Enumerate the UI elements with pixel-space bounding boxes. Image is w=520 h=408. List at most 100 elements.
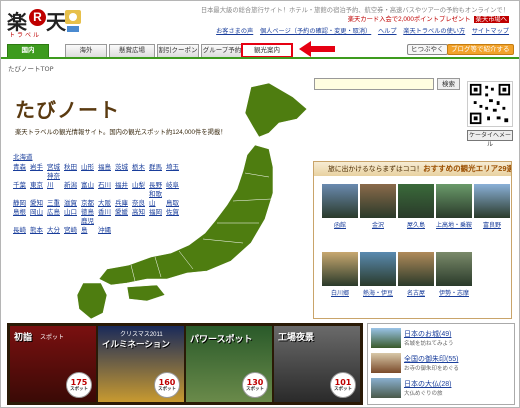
prefecture-link[interactable]: 東京: [30, 181, 47, 190]
tab-group[interactable]: グループ予約: [201, 44, 243, 57]
prefecture-link[interactable]: 福島: [98, 163, 115, 172]
prefecture-link[interactable]: 石川: [98, 181, 115, 190]
area-thumbnail[interactable]: [322, 252, 358, 286]
rakuten-ichiba-link[interactable]: 楽天市場へ: [473, 16, 509, 23]
prefecture-link[interactable]: 富山: [81, 181, 98, 190]
area-thumbnail[interactable]: [398, 252, 434, 286]
prefecture-link[interactable]: 三重: [47, 199, 64, 208]
prefecture-link[interactable]: 千葉: [13, 181, 30, 190]
prefecture-link[interactable]: 埼玉: [166, 163, 183, 172]
prefecture-link[interactable]: 沖縄: [98, 226, 115, 235]
prefecture-link[interactable]: 山梨: [132, 181, 149, 190]
prefecture-link[interactable]: 鹿児島: [81, 217, 98, 235]
page-title: たびノート: [15, 98, 120, 122]
area-link[interactable]: 富良野: [474, 220, 510, 229]
prefecture-link[interactable]: 奈良: [132, 199, 149, 208]
blog-share-button[interactable]: ブログ等で紹介する: [447, 44, 514, 55]
feature-sub: 名城を訪ねてみよう: [404, 341, 454, 347]
prefecture-link[interactable]: 和歌山: [149, 190, 166, 208]
prefecture-link[interactable]: 山形: [81, 163, 98, 172]
area-link[interactable]: 上高地・乗鞍: [436, 220, 472, 229]
prefecture-link[interactable]: 大阪: [98, 199, 115, 208]
area-thumbnail[interactable]: [436, 184, 472, 218]
prefecture-link[interactable]: 愛媛: [115, 208, 132, 217]
help-link[interactable]: ヘルプ: [378, 28, 397, 35]
prefecture-link[interactable]: 岩手: [30, 163, 47, 172]
area-thumbnail[interactable]: [360, 252, 396, 286]
tab-overseas[interactable]: 海外: [65, 44, 107, 57]
prefecture-link[interactable]: 長崎: [13, 226, 30, 235]
area-link[interactable]: 伊勢・志摩: [436, 288, 472, 297]
prefecture-link[interactable]: 鳥取: [166, 199, 183, 208]
prefecture-link[interactable]: 島根: [13, 208, 30, 217]
banner-illumination[interactable]: クリスマス2011 イルミネーション 160 スポット: [98, 326, 184, 402]
area-thumbnail[interactable]: [398, 184, 434, 218]
search-button[interactable]: 検索: [437, 78, 460, 90]
prefecture-link[interactable]: 山口: [64, 208, 81, 217]
prefecture-link[interactable]: 広島: [47, 208, 64, 217]
tab-coupon[interactable]: 割引クーポン: [157, 44, 199, 57]
prefecture-link[interactable]: 大分: [47, 226, 64, 235]
prefecture-link[interactable]: 岐阜: [166, 181, 183, 190]
banner-sub: スポット: [40, 335, 65, 341]
prefecture-link[interactable]: 青森: [13, 163, 30, 172]
area-thumbnail[interactable]: [436, 252, 472, 286]
prefecture-link[interactable]: 群馬: [149, 163, 166, 172]
prefecture-link[interactable]: 高知: [132, 208, 149, 217]
banner-factory-night[interactable]: 工場夜景 101 スポット: [274, 326, 360, 402]
feature-daibutsu[interactable]: 日本の大仏(28) 大仏めぐりの旅: [371, 378, 513, 400]
tab-domestic[interactable]: 国内: [7, 44, 49, 57]
area-link[interactable]: 屋久島: [398, 220, 434, 229]
prefecture-link[interactable]: 福井: [115, 181, 132, 190]
sitemap-link[interactable]: サイトマップ: [472, 28, 509, 35]
prefecture-link[interactable]: 秋田: [64, 163, 81, 172]
prefecture-link[interactable]: 愛知: [30, 199, 47, 208]
tweet-button[interactable]: ヒつぶやく: [407, 44, 448, 55]
prefecture-link[interactable]: 香川: [98, 208, 115, 217]
header-links: お客さまの声 個人ページ（予約の確認・変更・取消） ヘルプ 楽天トラベルの使い方…: [211, 26, 509, 35]
feature-castles[interactable]: 日本のお城(49) 名城を訪ねてみよう: [371, 328, 513, 350]
area-link[interactable]: 名古屋: [398, 288, 434, 297]
promo-link[interactable]: 楽天カード入会で2,000ポイントプレゼント: [348, 16, 471, 23]
prefecture-link[interactable]: 栃木: [132, 163, 149, 172]
prefecture-link[interactable]: 京都: [81, 199, 98, 208]
area-link[interactable]: 熱海・伊豆: [360, 288, 396, 297]
area-thumbnail[interactable]: [322, 184, 358, 218]
feature-title: 日本のお城(49): [404, 331, 452, 338]
prefecture-link[interactable]: 静岡: [13, 199, 30, 208]
prefecture-link[interactable]: 茨城: [115, 163, 132, 172]
area-link[interactable]: 函館: [322, 220, 358, 229]
area-link[interactable]: 白川郷: [322, 288, 358, 297]
rakuten-travel-logo[interactable]: 楽 R 天 トラベル: [7, 6, 81, 40]
qr-code-icon: [467, 81, 513, 127]
tab-underline: [1, 57, 519, 59]
prefecture-link[interactable]: 岡山: [30, 208, 47, 217]
prefecture-link[interactable]: 熊本: [30, 226, 47, 235]
how-to-link[interactable]: 楽天トラベルの使い方: [403, 28, 465, 35]
voice-link[interactable]: お客さまの声: [216, 28, 253, 35]
banner-title: イルミネーション: [102, 339, 170, 349]
prefecture-link[interactable]: 福岡: [149, 208, 166, 217]
feature-goshuin[interactable]: 全国の御朱印(55) お寺の御朱印をめぐる: [371, 353, 513, 375]
pref-link-hokkaido[interactable]: 北海道: [13, 151, 185, 161]
banner-hatsumode[interactable]: 初詣 スポット 175 スポット: [10, 326, 96, 402]
area-thumbnail[interactable]: [474, 184, 510, 218]
breadcrumb[interactable]: たびノートTOP: [8, 63, 54, 73]
prefecture-link[interactable]: 長野: [149, 181, 166, 190]
prefecture-link[interactable]: 宮崎: [64, 226, 81, 235]
area-thumbnail[interactable]: [360, 184, 396, 218]
search-input[interactable]: [314, 78, 434, 90]
prefecture-link[interactable]: 徳島: [81, 208, 98, 217]
prefecture-link[interactable]: 兵庫: [115, 199, 132, 208]
prefecture-link[interactable]: 佐賀: [166, 208, 183, 217]
prefecture-link[interactable]: 滋賀: [64, 199, 81, 208]
area-link[interactable]: 金沢: [360, 220, 396, 229]
banner-power-spot[interactable]: パワースポット 130 スポット: [186, 326, 272, 402]
prefecture-link[interactable]: 神奈川: [47, 172, 64, 190]
my-page-link[interactable]: 個人ページ（予約の確認・変更・取消）: [260, 28, 371, 35]
prefecture-link[interactable]: 新潟: [64, 181, 81, 190]
tab-sightseeing[interactable]: 観光案内: [241, 43, 293, 58]
prefecture-link[interactable]: 宮城: [47, 163, 64, 172]
send-to-mobile-button[interactable]: ケータイへメール: [467, 130, 513, 148]
tab-prizes[interactable]: 懸賞広場: [109, 44, 155, 57]
